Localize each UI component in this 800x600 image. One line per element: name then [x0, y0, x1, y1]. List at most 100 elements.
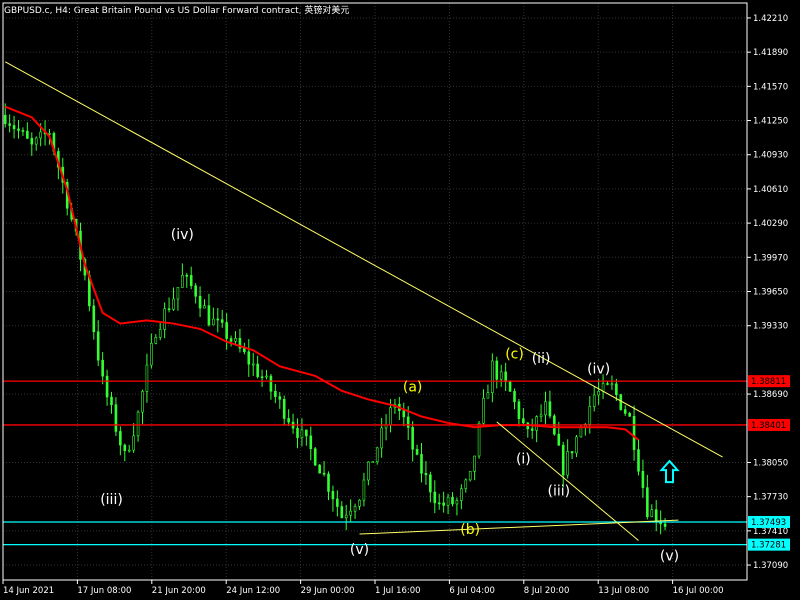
wave-label: (v) [350, 542, 369, 558]
candle [628, 411, 631, 417]
candle [331, 485, 335, 512]
candle-body [650, 509, 654, 518]
wave-label: (iv) [171, 227, 194, 243]
candle [189, 266, 193, 290]
time-tick-label: 29 Jun 00:00 [301, 586, 355, 596]
candle [216, 307, 220, 333]
candle [411, 421, 414, 462]
candle-body [287, 418, 290, 423]
candle-body [371, 461, 375, 463]
candle-body [588, 406, 592, 425]
candle-body [198, 295, 202, 309]
candle-body [442, 502, 445, 506]
candle [207, 293, 211, 327]
candle [34, 136, 38, 151]
candle-body [243, 347, 246, 353]
candle-body [185, 274, 189, 277]
candle [597, 378, 600, 405]
candle-body [437, 502, 441, 505]
candle [513, 388, 516, 410]
candle [274, 384, 277, 404]
candle [17, 120, 20, 139]
candle [132, 423, 135, 453]
candle [424, 461, 428, 485]
candle-body [212, 318, 215, 326]
candle [482, 389, 485, 426]
candle-body [260, 376, 264, 379]
candle [610, 375, 614, 390]
candle-body [548, 401, 552, 417]
candle [212, 307, 215, 326]
candle-body [473, 455, 476, 472]
candle-body [522, 418, 525, 424]
candle-body [274, 390, 277, 397]
candle-body [530, 428, 534, 431]
candle-body [136, 411, 140, 437]
candle-body [48, 133, 51, 135]
candle [265, 369, 268, 380]
candle-body [3, 114, 7, 125]
candle [145, 353, 149, 403]
candle [21, 127, 25, 136]
candle-body [353, 506, 357, 512]
candle [176, 287, 180, 311]
candle [313, 446, 317, 467]
candle [105, 369, 109, 406]
candle-body [623, 409, 627, 414]
candle-body [331, 491, 335, 500]
wave-label: (iv) [587, 362, 610, 378]
candle [8, 114, 11, 133]
wave-label: (a) [403, 380, 423, 396]
candle-body [132, 435, 135, 451]
candle-body [336, 498, 339, 507]
candle-body [570, 451, 574, 454]
price-tick-label: 1.40610 [753, 185, 788, 195]
candle-body [39, 131, 42, 139]
candle [464, 478, 468, 493]
candle-body [119, 431, 122, 446]
candle [96, 320, 100, 367]
candle-body [181, 274, 184, 288]
candle-body [110, 396, 113, 406]
candle [167, 297, 171, 313]
candle-body [610, 383, 614, 386]
candle-body [535, 416, 538, 431]
price-tick-label: 1.41250 [753, 117, 788, 127]
candle-body [539, 414, 543, 417]
time-tick-label: 24 Jun 12:00 [226, 586, 280, 596]
candle-body [486, 392, 490, 399]
candle [468, 470, 472, 482]
candle-body [477, 422, 481, 457]
candle-body [380, 427, 383, 449]
time-tick-label: 1 Jul 16:00 [375, 586, 421, 596]
wave-label: (ii) [532, 351, 551, 367]
candle-body [105, 375, 109, 398]
candle-body [654, 509, 658, 522]
candle-body [579, 427, 583, 438]
candles [3, 103, 667, 535]
candle [663, 518, 667, 531]
level-price-tag-label: 1.37281 [751, 541, 786, 551]
price-tick-label: 1.37410 [753, 527, 788, 537]
candle [336, 490, 339, 517]
candle-body [114, 404, 118, 432]
price-tick-label: 1.37090 [753, 561, 788, 571]
wave-label: (b) [460, 522, 480, 538]
wave-label: (iii) [100, 492, 123, 508]
candle-body [491, 360, 494, 393]
candle-body [592, 394, 596, 407]
candle-body [575, 436, 578, 454]
candle [362, 472, 366, 507]
candle [287, 409, 290, 426]
price-chart[interactable]: (iv) (iii) (v) (a) (b) (c) (ii) (i) (iii) (iv) (v)… [0, 0, 800, 600]
price-tick-label: 1.38050 [753, 458, 788, 468]
candle-body [145, 364, 149, 392]
candle [623, 405, 627, 416]
candle [539, 404, 543, 423]
candle-body [446, 496, 450, 506]
candle-body [367, 461, 370, 481]
price-tick-label: 1.40930 [753, 151, 788, 161]
candle-body [163, 308, 166, 330]
candle [163, 302, 166, 339]
candle [420, 443, 423, 483]
